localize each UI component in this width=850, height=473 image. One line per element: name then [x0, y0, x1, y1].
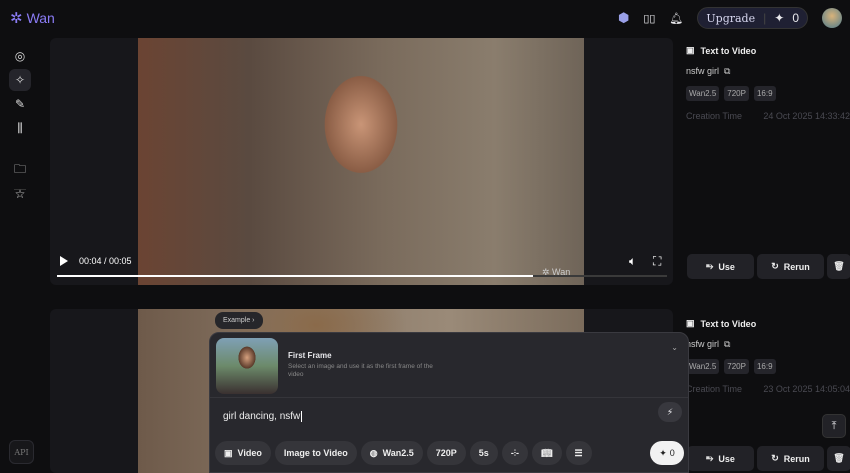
wan-logo-icon: ✲ [10, 10, 23, 27]
progress-bar[interactable] [57, 275, 667, 277]
sidebar: ◎ ✧ ✎ ⫼ 🗀 ☆ API [0, 40, 40, 473]
globe-icon: ◍ [369, 447, 378, 458]
magic-wand-icon[interactable]: ⚡︎ [658, 402, 682, 422]
audio-button[interactable]: -⫶- [501, 441, 529, 465]
use-icon: ⥱ [706, 261, 714, 271]
avatar[interactable] [822, 8, 842, 28]
type-select[interactable]: Image to Video [274, 441, 357, 465]
credits-count: 0 [792, 11, 799, 25]
video-icon: ▣ [224, 447, 233, 458]
arrow-up-icon: ⤒ [831, 419, 837, 432]
prompt-text: nsfw girl [686, 339, 720, 349]
community-icon[interactable]: ⬢ [618, 10, 629, 26]
upgrade-button[interactable]: Upgrade | ✦ 0 [697, 7, 808, 29]
use-button[interactable]: ⥱ Use [687, 446, 754, 471]
columns-icon[interactable]: ▯▯ [643, 12, 655, 25]
logo[interactable]: ✲ Wan [10, 9, 55, 27]
api-button[interactable]: API [9, 440, 34, 464]
prompt-text: nsfw girl [686, 66, 720, 76]
video-icon: ▣ [686, 45, 695, 55]
trash-icon: 🗑︎ [833, 453, 845, 463]
explore-icon[interactable]: ◎ [9, 45, 31, 67]
video-info: ▣ Text to Video nsfw girl ⧉ Wan2.5 720P 16:9… [686, 318, 850, 394]
credits-icon: ✦ [774, 11, 785, 25]
rerun-icon: ↻ [771, 261, 779, 271]
delete-button[interactable]: 🗑︎ [827, 254, 850, 279]
example-button[interactable]: Example › [215, 312, 263, 329]
generate-icon[interactable]: ✧ [9, 69, 31, 91]
resolution-select[interactable]: 720P [426, 441, 466, 465]
guide-button[interactable]: 📖︎ [532, 441, 562, 465]
video-icon: ▣ [686, 318, 695, 328]
progress-fill [57, 275, 533, 277]
first-frame-thumbnail[interactable] [216, 338, 278, 394]
first-frame-title: First Frame [288, 351, 332, 360]
folder-icon[interactable]: 🗀 [9, 159, 31, 181]
book-icon: 📖︎ [541, 447, 553, 458]
tag: Wan2.5 [686, 359, 720, 374]
scroll-to-top-button[interactable]: ⤒ [822, 414, 846, 438]
use-button[interactable]: ⥱ Use [687, 254, 754, 279]
actions: ⥱ Use ↻ Rerun 🗑︎ [687, 446, 850, 471]
video-card: 00:04 / 00:05 ✲ Wan 🔈︎ ⛶ [50, 38, 673, 285]
chevron-down-icon[interactable]: ⌄ [671, 343, 678, 352]
settings-button[interactable]: ☰ [565, 441, 592, 465]
waveform-icon: -⫶- [510, 447, 520, 458]
copy-icon[interactable]: ⧉ [724, 339, 730, 350]
mode-select[interactable]: ▣ Video [215, 441, 271, 465]
first-frame-description: Select an image and use it as the first … [288, 363, 433, 379]
actions: ⥱ Use ↻ Rerun 🗑︎ [687, 254, 850, 279]
video-time: 00:04 / 00:05 [79, 256, 132, 266]
copy-icon[interactable]: ⧉ [724, 66, 730, 77]
use-icon: ⥱ [706, 453, 714, 463]
prompt-composer: First Frame Select an image and use it a… [209, 332, 689, 473]
model-select[interactable]: ◍ Wan2.5 [360, 441, 423, 465]
duration-select[interactable]: 5s [469, 441, 498, 465]
tag: 16:9 [753, 86, 776, 101]
tag: 720P [724, 359, 749, 374]
sliders-icon: ☰ [574, 447, 583, 458]
rerun-button[interactable]: ↻ Rerun [757, 446, 824, 471]
top-bar: ✲ Wan ⬢ ▯▯ 🔔︎ Upgrade | ✦ 0 [0, 0, 850, 38]
prompt-input[interactable]: girl dancing, nsfw [223, 411, 303, 422]
tag: Wan2.5 [686, 86, 720, 101]
divider [210, 397, 688, 398]
star-icon[interactable]: ☆ [9, 183, 31, 205]
bell-icon[interactable]: 🔔︎ [669, 12, 683, 25]
generate-button[interactable]: ✦ 0 [650, 441, 684, 465]
sparkle-icon: ✦ [659, 447, 667, 458]
trash-icon: 🗑︎ [833, 261, 845, 271]
tag: 16:9 [753, 359, 776, 374]
mute-icon[interactable]: 🔈︎ [629, 254, 636, 269]
fullscreen-icon[interactable]: ⛶ [653, 254, 661, 269]
rerun-button[interactable]: ↻ Rerun [757, 254, 824, 279]
video-controls: 00:04 / 00:05 ✲ Wan 🔈︎ ⛶ [50, 245, 673, 285]
edit-icon[interactable]: ✎ [9, 93, 31, 115]
play-icon[interactable] [60, 256, 68, 266]
library-icon[interactable]: ⫼ [9, 117, 31, 139]
rerun-icon: ↻ [771, 453, 779, 463]
tag: 720P [724, 86, 749, 101]
delete-button[interactable]: 🗑︎ [827, 446, 850, 471]
video-info: ▣ Text to Video nsfw girl ⧉ Wan2.5 720P 16:9… [686, 45, 850, 121]
